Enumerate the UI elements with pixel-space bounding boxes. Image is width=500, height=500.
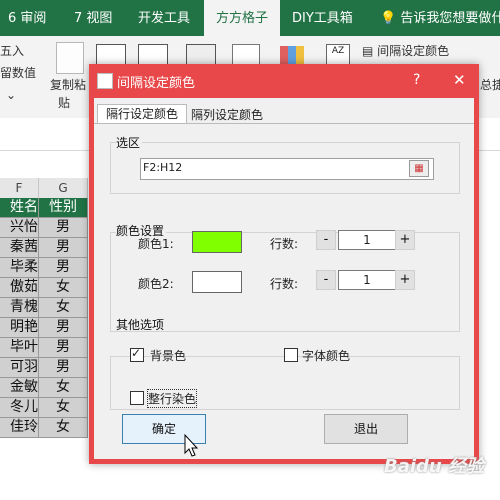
- selection-value: F2:H12: [143, 161, 183, 174]
- column-header-f[interactable]: F: [0, 178, 39, 199]
- right-partial-label[interactable]: 总捷: [480, 76, 500, 93]
- copy-paste-button[interactable]: 复制粘: [50, 76, 86, 93]
- dialog-title: 间隔设定颜色: [117, 76, 196, 91]
- rows2-minus-button[interactable]: -: [316, 270, 336, 290]
- cell-gender[interactable]: 男: [39, 338, 88, 358]
- dropdown-icon[interactable]: ⌄: [6, 88, 16, 102]
- cell-gender[interactable]: 男: [39, 218, 88, 238]
- cell-gender[interactable]: 男: [39, 318, 88, 338]
- cell-name[interactable]: 冬儿: [0, 398, 39, 418]
- cell-gender[interactable]: 女: [39, 398, 88, 418]
- tab-alternate-columns[interactable]: 隔列设定颜色: [188, 107, 266, 123]
- cell-gender[interactable]: 女: [39, 298, 88, 318]
- cell-name[interactable]: 金敏: [0, 378, 39, 398]
- tab-diy-toolbox[interactable]: DIY工具箱: [292, 0, 353, 36]
- range-picker-icon[interactable]: ▦: [409, 160, 429, 177]
- selection-input[interactable]: F2:H12 ▦: [140, 158, 434, 180]
- watermark-text: Baidu 经验: [384, 456, 485, 477]
- tab-fangfang[interactable]: 方方格子: [204, 0, 281, 36]
- other-options-label: 其他选项: [116, 318, 165, 332]
- font-color-checkbox[interactable]: [284, 348, 298, 362]
- cell-gender[interactable]: 男: [39, 238, 88, 258]
- cell-gender[interactable]: 男: [39, 258, 88, 278]
- interval-color-label: 间隔设定颜色: [377, 44, 450, 58]
- header-cell-gender[interactable]: 性别: [39, 198, 88, 218]
- lightbulb-icon: 💡: [380, 11, 397, 26]
- tab-view[interactable]: 7 视图: [74, 0, 112, 36]
- tab-alternate-rows[interactable]: 隔行设定颜色: [97, 104, 187, 124]
- round-label[interactable]: 五入: [0, 42, 24, 59]
- color2-swatch[interactable]: [192, 271, 242, 293]
- mouse-cursor-icon: [184, 434, 199, 457]
- selection-label: 选区: [116, 134, 143, 151]
- tell-me-search[interactable]: 💡 告诉我您想要做什么: [380, 0, 500, 36]
- tab-developer[interactable]: 开发工具: [138, 0, 190, 36]
- help-button[interactable]: ?: [413, 72, 420, 88]
- column-header-g[interactable]: G: [39, 178, 88, 199]
- interval-color-button[interactable]: ▤ 间隔设定颜色: [362, 42, 449, 59]
- interval-color-dialog: 间隔设定颜色 ? ✕ 隔行设定颜色 隔列设定颜色 选区 F2:H12 ▦ 颜色设…: [89, 64, 479, 464]
- close-icon[interactable]: ✕: [453, 71, 466, 89]
- dialog-app-icon: [97, 73, 113, 89]
- check-icon: ✓: [131, 346, 142, 360]
- font-color-label: 字体颜色: [302, 349, 351, 363]
- tab-review[interactable]: 6 审阅: [8, 0, 46, 36]
- whole-row-label: 整行染色: [146, 389, 198, 408]
- rows2-plus-button[interactable]: +: [395, 270, 415, 290]
- interval-color-icon: ▤: [362, 44, 374, 58]
- cell-name[interactable]: 可羽: [0, 358, 39, 378]
- rows1-plus-button[interactable]: +: [395, 230, 415, 250]
- cell-name[interactable]: 秦茜: [0, 238, 39, 258]
- cell-name[interactable]: 毕叶: [0, 338, 39, 358]
- cell-gender[interactable]: 女: [39, 278, 88, 298]
- rows2-input[interactable]: 1: [338, 270, 396, 290]
- rows1-input[interactable]: 1: [338, 230, 396, 250]
- cell-gender[interactable]: 女: [39, 378, 88, 398]
- cell-name[interactable]: 毕柔: [0, 258, 39, 278]
- paste-sub-label[interactable]: 贴: [58, 94, 70, 111]
- color2-label: 颜色2:: [138, 277, 174, 291]
- rows-label-1: 行数:: [270, 237, 299, 251]
- cell-gender[interactable]: 女: [39, 418, 88, 438]
- cell-gender[interactable]: 男: [39, 358, 88, 378]
- keep-value-label[interactable]: 留数值: [0, 64, 36, 81]
- background-color-checkbox[interactable]: ✓: [130, 346, 144, 362]
- rows-label-2: 行数:: [270, 277, 299, 291]
- exit-button[interactable]: 退出: [324, 414, 408, 444]
- cell-name[interactable]: 兴怡: [0, 218, 39, 238]
- paste-icon[interactable]: [56, 42, 84, 74]
- cell-name[interactable]: 佳玲: [0, 418, 39, 438]
- background-color-label: 背景色: [150, 349, 187, 363]
- header-cell-name[interactable]: 姓名: [0, 198, 39, 218]
- rows1-minus-button[interactable]: -: [316, 230, 336, 250]
- whole-row-checkbox[interactable]: [130, 391, 144, 405]
- color1-swatch[interactable]: [192, 231, 242, 253]
- cell-name[interactable]: 青槐: [0, 298, 39, 318]
- tell-me-text: 告诉我您想要做什么: [400, 11, 500, 26]
- color1-label: 颜色1:: [138, 237, 174, 251]
- cell-name[interactable]: 明艳: [0, 318, 39, 338]
- tab-underline: [94, 123, 474, 124]
- cell-name[interactable]: 傲茹: [0, 278, 39, 298]
- ribbon-tab-bar: 6 审阅 7 视图 开发工具 方方格子 DIY工具箱 💡 告诉我您想要做什么: [0, 0, 500, 36]
